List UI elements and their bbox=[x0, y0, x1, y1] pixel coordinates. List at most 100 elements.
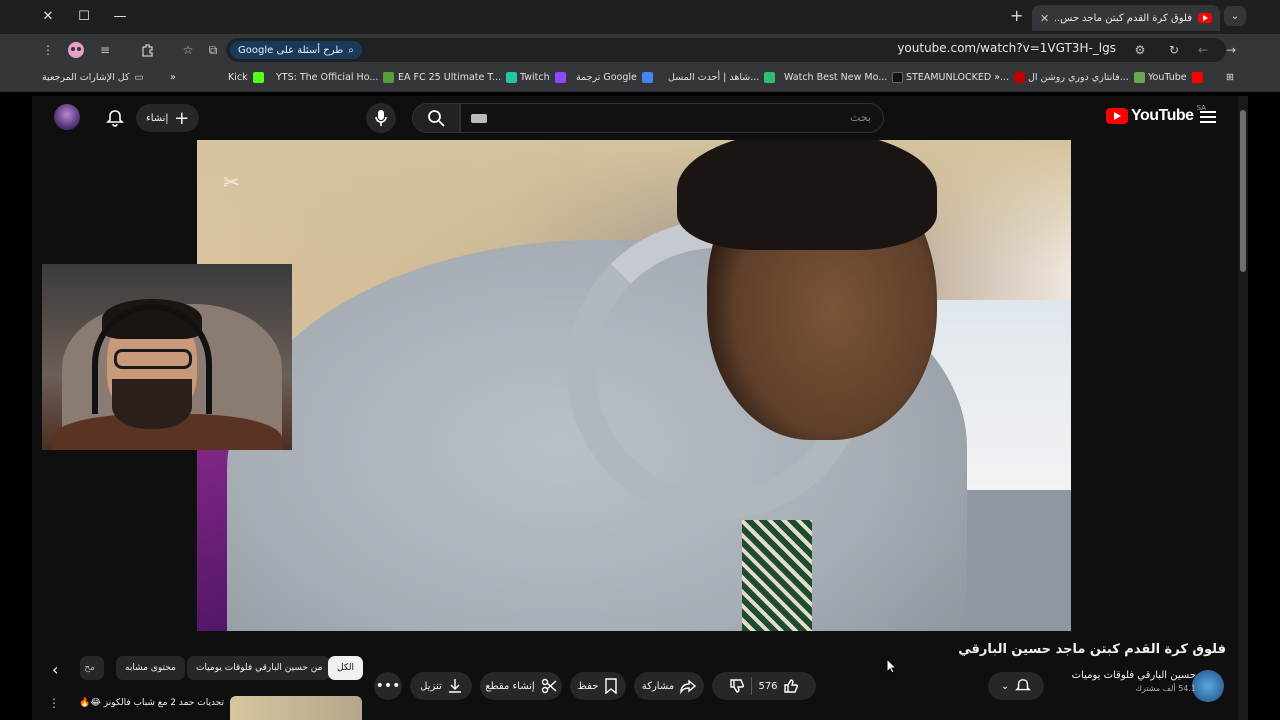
all-bookmarks[interactable]: كل الإشارات المرجعية ▭ bbox=[42, 72, 144, 83]
bookmark-shahid[interactable]: شاهد | أحدث المسل... bbox=[668, 72, 776, 83]
forward-icon[interactable]: ← bbox=[1193, 40, 1213, 60]
media-controls-icon[interactable]: ≡ bbox=[95, 40, 115, 60]
site-settings-icon[interactable]: ⚙ bbox=[1130, 40, 1150, 60]
tab-search-button[interactable]: ⌄ bbox=[1224, 6, 1246, 26]
bookmark-label: فانتازي دوري روشن ال... bbox=[1028, 72, 1129, 83]
bookmark-label: EA FC 25 Ultimate T... bbox=[398, 72, 502, 83]
all-bookmarks-label: كل الإشارات المرجعية bbox=[42, 72, 130, 83]
youtube-favicon-icon bbox=[1198, 13, 1212, 23]
create-label: إنشاء bbox=[146, 112, 169, 124]
bookmark-icon bbox=[605, 678, 618, 694]
share-button[interactable]: مشاركة bbox=[634, 672, 704, 700]
more-horizontal-icon: ••• bbox=[375, 678, 401, 694]
youtube-page: + إنشاء بحث YouTube SA ✂ فلوق كرة القدم … bbox=[32, 96, 1248, 720]
maximize-window-icon[interactable]: ☐ bbox=[72, 6, 96, 26]
bookmark-label: Watch Best New Mo... bbox=[784, 72, 888, 83]
share-icon bbox=[680, 679, 697, 694]
page-scrollbar[interactable] bbox=[1238, 96, 1248, 720]
lens-icon: ⌕ bbox=[348, 44, 354, 56]
bookmark-fantasy[interactable]: فانتازي دوري روشن ال... bbox=[1028, 72, 1145, 83]
capcut-watermark-icon: ✂ bbox=[223, 170, 240, 194]
folder-icon: ▭ bbox=[134, 72, 144, 83]
profile-icon[interactable] bbox=[66, 40, 86, 60]
more-actions-button[interactable]: ••• bbox=[374, 672, 402, 700]
guide-menu-icon[interactable] bbox=[1198, 108, 1218, 128]
dislike-button[interactable] bbox=[729, 678, 745, 694]
save-button[interactable]: حفظ bbox=[570, 672, 626, 700]
video-frame-patch bbox=[742, 520, 812, 631]
bookmark-kick[interactable]: Kick bbox=[228, 72, 264, 83]
bookmark-label: ترجمة Google bbox=[576, 72, 637, 83]
recommendation-item[interactable]: ⋮ تحديات حمد 2 مع شباب فالكونز 😂🔥 bbox=[48, 694, 370, 720]
channel-name[interactable]: حسين البارقي فلوقات يوميات bbox=[1066, 670, 1196, 681]
download-button[interactable]: تنزيل bbox=[410, 672, 472, 700]
install-app-icon[interactable]: ⧉ bbox=[203, 40, 223, 60]
recommendation-thumbnail[interactable] bbox=[230, 696, 362, 720]
search-placeholder: بحث bbox=[850, 111, 871, 124]
address-bar[interactable]: youtube.com/watch?v=1VGT3H-_lgs bbox=[226, 38, 1226, 62]
clip-label: إنشاء مقطع bbox=[485, 680, 535, 692]
reload-icon[interactable]: ↻ bbox=[1164, 40, 1184, 60]
plus-icon: + bbox=[174, 107, 190, 129]
like-button[interactable]: 576 bbox=[758, 678, 798, 694]
search-button[interactable] bbox=[412, 103, 460, 133]
bookmark-label: YTS: The Official Ho... bbox=[276, 72, 379, 83]
thumbs-up-icon bbox=[783, 679, 798, 693]
youtube-icon bbox=[1191, 72, 1203, 83]
yts-icon bbox=[383, 72, 395, 83]
notifications-bell-icon[interactable] bbox=[104, 107, 126, 129]
minimize-window-icon[interactable]: — bbox=[108, 6, 132, 26]
youtube-logo[interactable]: YouTube SA bbox=[1106, 104, 1206, 125]
chip-related[interactable]: محتوى مشابه bbox=[116, 656, 185, 680]
like-divider bbox=[751, 677, 753, 695]
new-tab-button[interactable]: + bbox=[1010, 6, 1023, 25]
apps-grid-icon[interactable]: ⊞ bbox=[1226, 72, 1234, 83]
extensions-icon[interactable] bbox=[138, 40, 158, 60]
steam-icon bbox=[1014, 72, 1026, 83]
scrollbar-thumb[interactable] bbox=[1240, 110, 1246, 272]
chip-all[interactable]: الكل bbox=[328, 656, 364, 680]
url-text[interactable]: youtube.com/watch?v=1VGT3H-_lgs bbox=[897, 41, 1116, 55]
bookmark-label: STEAMUNLOCKED »... bbox=[906, 72, 1010, 83]
channel-info[interactable]: حسين البارقي فلوقات يوميات 54.1 ألف مشتر… bbox=[1066, 670, 1196, 693]
search-icon bbox=[428, 110, 445, 127]
kebab-menu-icon[interactable]: ⋮ bbox=[38, 40, 58, 60]
bookmark-youtube[interactable]: YouTube bbox=[1148, 72, 1203, 83]
bookmark-label: YouTube bbox=[1148, 72, 1187, 83]
movies-icon bbox=[892, 72, 904, 83]
voice-search-button[interactable] bbox=[366, 103, 396, 133]
chevron-down-icon: ⌄ bbox=[1000, 680, 1010, 692]
more-bookmarks-icon[interactable]: » bbox=[170, 72, 176, 83]
bookmark-watch-movies[interactable]: Watch Best New Mo... bbox=[784, 72, 904, 83]
video-player[interactable]: ✂ bbox=[197, 140, 1071, 631]
subscribed-button[interactable]: ⌄ bbox=[988, 672, 1044, 700]
close-window-icon[interactable]: ✕ bbox=[36, 6, 60, 26]
clip-button[interactable]: إنشاء مقطع bbox=[480, 672, 562, 700]
account-avatar[interactable] bbox=[54, 104, 80, 130]
active-tab[interactable]: فلوق كرة القدم كبتن ماجد حس... ✕ bbox=[1032, 5, 1220, 31]
recommendation-title[interactable]: تحديات حمد 2 مع شباب فالكونز 😂🔥 bbox=[79, 698, 224, 708]
bookmark-steamunlocked[interactable]: STEAMUNLOCKED »... bbox=[906, 72, 1026, 83]
keyboard-icon[interactable] bbox=[471, 114, 487, 123]
chip-more[interactable]: مح bbox=[80, 656, 104, 680]
tab-bar: ✕ ☐ — + فلوق كرة القدم كبتن ماجد حس... ✕… bbox=[0, 0, 1280, 34]
bookmark-yts[interactable]: YTS: The Official Ho... bbox=[276, 72, 395, 83]
bookmark-google-translate[interactable]: ترجمة Google bbox=[576, 72, 653, 83]
ask-google-chip[interactable]: ⌕ طرح أسئلة على Google bbox=[230, 41, 362, 59]
video-title: فلوق كرة القدم كبتن ماجد حسين البارقي bbox=[958, 642, 1226, 657]
search-input[interactable]: بحث bbox=[460, 103, 884, 133]
back-icon[interactable]: → bbox=[1221, 40, 1241, 60]
related-chips: مح محتوى مشابه من حسين البارقي فلوقات يو… bbox=[32, 656, 372, 680]
channel-avatar[interactable] bbox=[1192, 670, 1224, 702]
bookmark-twitch[interactable]: Twitch bbox=[520, 72, 566, 83]
create-button[interactable]: + إنشاء bbox=[136, 104, 200, 132]
close-tab-icon[interactable]: ✕ bbox=[1040, 12, 1049, 25]
bookmark-star-icon[interactable]: ☆ bbox=[178, 40, 198, 60]
download-icon bbox=[448, 679, 461, 693]
shahid-icon bbox=[764, 72, 776, 83]
thumbs-down-icon bbox=[730, 679, 745, 693]
mouse-cursor-icon bbox=[886, 658, 896, 674]
bookmark-ea-fc[interactable]: EA FC 25 Ultimate T... bbox=[398, 72, 518, 83]
chip-from-channel[interactable]: من حسين البارقي فلوقات يوميات bbox=[187, 656, 332, 680]
kebab-menu-icon[interactable]: ⋮ bbox=[48, 696, 60, 710]
